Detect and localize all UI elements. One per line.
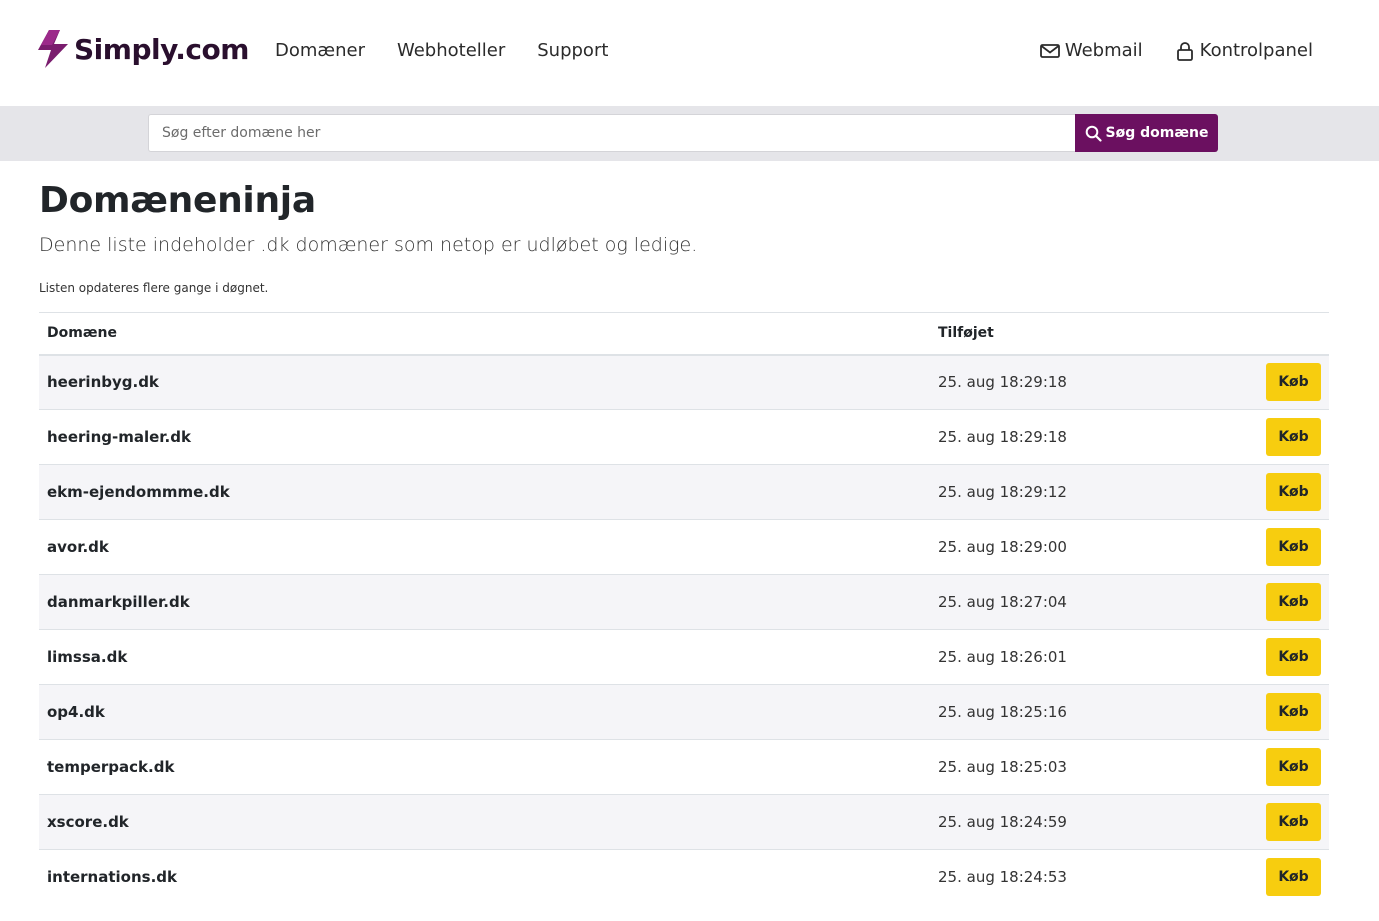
column-header-domain: Domæne [39,312,930,356]
added-time: 25. aug 18:24:53 [930,849,1189,905]
domain-name: temperpack.dk [39,739,930,795]
lightning-bolt-logo-icon [38,30,68,68]
table-row: ekm-ejendommme.dk 25. aug 18:29:12 Køb [39,464,1329,520]
domain-name: heering-maler.dk [39,409,930,465]
domain-name: avor.dk [39,519,930,575]
domain-name: op4.dk [39,684,930,740]
domain-name: internations.dk [39,849,930,905]
buy-button[interactable]: Køb [1266,363,1321,402]
buy-button[interactable]: Køb [1266,638,1321,676]
nav-webhoteller[interactable]: Webhoteller [397,40,505,61]
added-time: 25. aug 18:26:01 [930,629,1189,685]
table-row: internations.dk 25. aug 18:24:53 Køb [39,849,1329,905]
column-header-added: Tilføjet [930,312,1189,356]
buy-button[interactable]: Køb [1266,858,1321,897]
buy-button[interactable]: Køb [1266,418,1321,456]
buy-button[interactable]: Køb [1266,528,1321,566]
added-time: 25. aug 18:25:16 [930,684,1189,740]
table-row: xscore.dk 25. aug 18:24:59 Køb [39,794,1329,850]
search-button-label: Søg domæne [1105,125,1209,141]
table-row: limssa.dk 25. aug 18:26:01 Køb [39,629,1329,685]
webmail-label: Webmail [1064,40,1143,61]
domain-name: danmarkpiller.dk [39,574,930,630]
table-row: temperpack.dk 25. aug 18:25:03 Køb [39,739,1329,795]
kontrolpanel-link[interactable]: Kontrolpanel [1175,40,1313,61]
table-row: danmarkpiller.dk 25. aug 18:27:04 Køb [39,574,1329,630]
lock-icon [1176,41,1193,61]
buy-button[interactable]: Køb [1266,473,1321,511]
nav-support[interactable]: Support [537,40,608,61]
added-time: 25. aug 18:25:03 [930,739,1189,795]
table-row: op4.dk 25. aug 18:25:16 Køb [39,684,1329,740]
added-time: 25. aug 18:29:00 [930,519,1189,575]
table-row: heerinbyg.dk 25. aug 18:29:18 Køb [39,354,1329,410]
site-header: Simply.com Domæner Webhoteller Support W… [0,0,1379,106]
logo-link[interactable]: Simply.com [38,30,249,68]
buy-button[interactable]: Køb [1266,748,1321,786]
table-header-row: Domæne Tilføjet [39,312,1329,356]
nav-domaener[interactable]: Domæner [275,40,365,61]
account-nav: Webmail Kontrolpanel [1008,40,1313,61]
logo-text: Simply.com [74,32,249,66]
domain-table: Domæne Tilføjet heerinbyg.dk 25. aug 18:… [39,312,1329,905]
buy-button[interactable]: Køb [1266,803,1321,841]
domain-name: heerinbyg.dk [39,354,930,410]
search-icon [1085,125,1102,142]
added-time: 25. aug 18:24:59 [930,794,1189,850]
main-nav: Domæner Webhoteller Support [275,40,640,61]
kontrolpanel-label: Kontrolpanel [1199,40,1313,61]
added-time: 25. aug 18:29:18 [930,409,1189,465]
domain-name: xscore.dk [39,794,930,850]
page-lead: Denne liste indeholder .dk domæner som n… [39,234,698,256]
envelope-icon [1039,43,1060,58]
domain-name: ekm-ejendommme.dk [39,464,930,520]
main-content: Domæneninja Denne liste indeholder .dk d… [0,181,1379,905]
page-title: Domæneninja [39,180,316,221]
buy-button[interactable]: Køb [1266,693,1321,731]
update-note: Listen opdateres flere gange i døgnet. [39,281,269,295]
added-time: 25. aug 18:29:12 [930,464,1189,520]
table-row: avor.dk 25. aug 18:29:00 Køb [39,519,1329,575]
added-time: 25. aug 18:27:04 [930,574,1189,630]
added-time: 25. aug 18:29:18 [930,354,1189,410]
domain-name: limssa.dk [39,629,930,685]
domain-search-input[interactable] [148,114,1075,152]
table-row: heering-maler.dk 25. aug 18:29:18 Køb [39,409,1329,465]
buy-button[interactable]: Køb [1266,583,1321,621]
search-band: Søg domæne [0,106,1379,161]
column-header-action [1189,312,1329,356]
webmail-link[interactable]: Webmail [1039,40,1143,61]
search-domain-button[interactable]: Søg domæne [1075,114,1218,152]
